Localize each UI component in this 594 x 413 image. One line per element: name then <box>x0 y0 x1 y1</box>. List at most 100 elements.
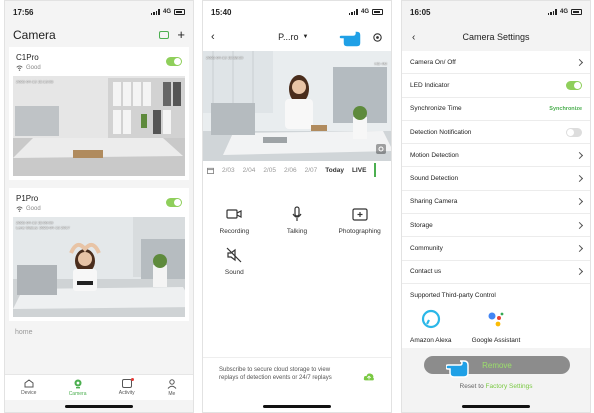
photo-add-icon <box>352 208 368 221</box>
setting-detection-notification: Detection Notification <box>402 121 590 145</box>
settings-icon[interactable] <box>372 32 383 43</box>
chevron-right-icon <box>575 221 584 229</box>
network-label: 4G <box>559 9 568 15</box>
thumbnail-subtitle: Lens Status: 2023-04-13 2017 <box>16 225 70 230</box>
chevron-right-icon <box>575 198 584 206</box>
home-indicator <box>462 405 530 408</box>
fullscreen-icon[interactable] <box>375 143 387 155</box>
camera-power-toggle[interactable] <box>166 198 182 207</box>
page-title: Camera Settings <box>462 32 530 42</box>
google-assistant-item[interactable]: Google Assistant <box>472 309 520 344</box>
person-icon <box>167 378 177 389</box>
setting-motion-detection[interactable]: Motion Detection <box>402 144 590 168</box>
network-label: 4G <box>162 9 171 15</box>
sound-button[interactable]: Sound <box>203 247 266 276</box>
notification-toggle[interactable] <box>566 127 582 137</box>
message-icon[interactable] <box>159 31 170 39</box>
photographing-button[interactable]: Photographing <box>328 206 391 235</box>
network-label: 4G <box>360 9 369 15</box>
setting-led-indicator: LED Indicator <box>402 74 590 98</box>
camera-card[interactable]: C1Pro Good 2023-04-13 15:13:08 <box>9 47 189 180</box>
action-grid: Recording Talking Photographing Sound <box>203 206 391 276</box>
camera-tab-icon <box>74 379 82 388</box>
setting-camera-on-off[interactable]: Camera On/ Off <box>402 51 590 75</box>
timeline-date[interactable]: 2/03 <box>222 167 235 174</box>
battery-icon <box>174 9 185 15</box>
timeline-today[interactable]: Today <box>325 167 344 174</box>
tab-me[interactable]: Me <box>167 378 177 397</box>
woman-phone-image <box>203 51 391 161</box>
live-video[interactable]: 2023-04-13 15:38:30 HD 4M <box>203 51 391 161</box>
camera-name: P1Pro <box>16 194 39 203</box>
camera-settings-screen: 16:05 4G ‹ Camera Settings Camera On/ Of… <box>401 0 591 413</box>
camera-live-screen: 15:40 4G ‹ P...ro ▼ 2023-04-13 15:38:30 … <box>202 0 392 413</box>
chevron-right-icon <box>575 268 584 276</box>
google-assistant-icon <box>488 312 504 327</box>
setting-sound-detection[interactable]: Sound Detection <box>402 167 590 191</box>
chevron-right-icon <box>575 244 584 253</box>
camera-card[interactable]: P1Pro Good 2023-04-13 15:09:09 Lens Stat… <box>9 188 189 321</box>
camera-power-toggle[interactable] <box>166 57 182 66</box>
speaker-muted-icon <box>226 247 242 263</box>
nav-bar: ‹ Camera Settings <box>402 23 590 51</box>
dropdown-icon[interactable]: ▼ <box>303 34 309 40</box>
camera-thumbnail[interactable]: 2023-04-13 15:13:08 <box>13 76 185 176</box>
video-quality[interactable]: HD 4M <box>375 61 387 66</box>
status-time: 15:40 <box>211 7 232 17</box>
pointing-hand-icon <box>339 30 362 48</box>
chevron-right-icon <box>575 151 584 159</box>
woman-relaxing-image <box>13 217 185 317</box>
chevron-right-icon <box>575 175 584 183</box>
camera-name: C1Pro <box>16 53 39 62</box>
setting-community[interactable]: Community <box>402 237 590 261</box>
camera-title[interactable]: P...ro <box>278 32 298 42</box>
section-title: Supported Third-party Control <box>410 291 496 299</box>
cloud-upload-icon[interactable] <box>363 372 375 382</box>
setting-storage[interactable]: Storage <box>402 214 590 238</box>
add-icon[interactable]: + <box>177 28 185 41</box>
date-timeline: 2/03 2/04 2/05 2/06 2/07 Today LIVE <box>203 163 391 177</box>
battery-icon <box>571 9 582 15</box>
video-camera-icon <box>226 209 242 219</box>
tab-activity[interactable]: Activity <box>119 378 135 396</box>
status-bar: 17:56 4G <box>5 1 193 23</box>
recording-button[interactable]: Recording <box>203 206 266 235</box>
promo-text: Subscribe to secure cloud storage to vie… <box>219 367 332 381</box>
signal-icon <box>348 9 358 15</box>
tab-camera[interactable]: Camera <box>69 379 86 397</box>
synchronize-button[interactable]: Synchronize <box>549 106 582 112</box>
timeline-date[interactable]: 2/07 <box>305 167 318 174</box>
timeline-date[interactable]: 2/06 <box>284 167 297 174</box>
header: Camera + <box>5 23 193 47</box>
office-scene-image <box>13 76 185 176</box>
talking-button[interactable]: Talking <box>266 206 329 235</box>
signal-icon <box>150 9 160 15</box>
timeline-date[interactable]: 2/04 <box>243 167 256 174</box>
group-label[interactable]: home <box>5 329 193 336</box>
timeline-date[interactable]: 2/05 <box>263 167 276 174</box>
setting-sharing-camera[interactable]: Sharing Camera <box>402 191 590 215</box>
chevron-right-icon <box>575 58 584 66</box>
camera-list-screen: 17:56 4G Camera + C1Pro Good 2023-04-13 … <box>4 0 194 413</box>
third-party-section: Supported Third-party Control Amazon Ale… <box>402 283 590 348</box>
camera-thumbnail[interactable]: 2023-04-13 15:09:09 Lens Status: 2023-04… <box>13 217 185 317</box>
cloud-storage-promo[interactable]: Subscribe to secure cloud storage to vie… <box>203 357 391 401</box>
status-time: 16:05 <box>410 7 431 17</box>
setting-contact-us[interactable]: Contact us <box>402 261 590 284</box>
led-toggle[interactable] <box>566 80 582 90</box>
home-indicator <box>65 405 133 408</box>
back-icon[interactable]: ‹ <box>412 32 415 43</box>
wifi-icon <box>16 65 23 71</box>
activity-icon <box>121 378 134 388</box>
tab-device[interactable]: Device <box>21 379 36 396</box>
calendar-icon[interactable] <box>207 167 214 174</box>
setting-synchronize-time: Synchronize Time Synchronize <box>402 98 590 121</box>
pointing-hand-icon <box>446 360 469 378</box>
microphone-icon <box>292 206 302 221</box>
factory-settings-link[interactable]: Factory Settings <box>486 383 533 390</box>
home-indicator <box>263 405 331 408</box>
back-icon[interactable]: ‹ <box>211 31 215 43</box>
amazon-alexa-item[interactable]: Amazon Alexa <box>410 309 452 344</box>
status-bar: 15:40 4G <box>203 1 391 23</box>
timeline-live[interactable]: LIVE <box>352 167 366 174</box>
